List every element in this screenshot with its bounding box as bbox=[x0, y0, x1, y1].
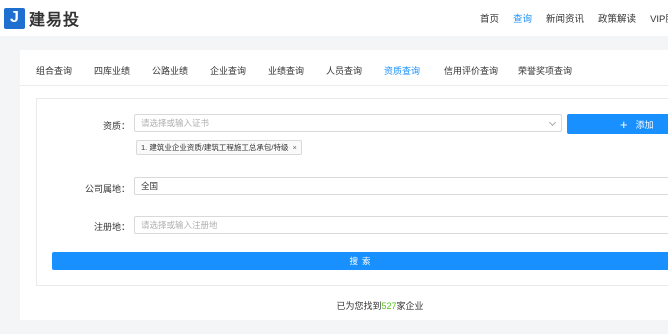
tab-credit[interactable]: 信用评价查询 bbox=[444, 64, 498, 77]
logo-text: 建易投 bbox=[29, 12, 81, 29]
plus-icon: + bbox=[620, 116, 628, 132]
registration-placeholder: 请选择或输入注册地 bbox=[141, 220, 218, 230]
logo-mark: J bbox=[4, 7, 25, 29]
main-nav: 首页 查询 新闻资讯 政策解读 VIP服务 bbox=[480, 11, 668, 25]
tab-honors[interactable]: 荣誉奖项查询 bbox=[518, 64, 572, 77]
result-summary: 已为您找到527家企业 bbox=[0, 299, 668, 312]
tab-personnel[interactable]: 人员查询 bbox=[326, 64, 362, 77]
qualification-placeholder: 请选择或输入证书 bbox=[141, 118, 210, 128]
logo[interactable]: J 建易投 bbox=[4, 6, 80, 30]
chevron-down-icon bbox=[548, 118, 557, 127]
nav-item-vip[interactable]: VIP服务 bbox=[650, 11, 668, 25]
qualification-select[interactable]: 请选择或输入证书 bbox=[134, 114, 562, 132]
tab-four-libraries[interactable]: 四库业绩 bbox=[94, 64, 130, 77]
nav-item-news[interactable]: 新闻资讯 bbox=[546, 11, 584, 25]
result-prefix: 已为您找到 bbox=[336, 301, 382, 311]
result-suffix: 家企业 bbox=[396, 301, 424, 311]
registration-select[interactable]: 请选择或输入注册地 bbox=[134, 216, 668, 234]
tab-performance[interactable]: 业绩查询 bbox=[268, 64, 304, 77]
tag-text: 1. 建筑业企业资质/建筑工程施工总承包/特级 bbox=[141, 143, 289, 152]
nav-item-query[interactable]: 查询 bbox=[513, 11, 532, 25]
selected-qualification-tag: 1. 建筑业企业资质/建筑工程施工总承包/特级 × bbox=[136, 140, 302, 155]
close-icon[interactable]: × bbox=[293, 143, 297, 152]
add-button[interactable]: + 添加 bbox=[567, 114, 668, 134]
nav-item-home[interactable]: 首页 bbox=[480, 11, 499, 25]
result-count: 527 bbox=[381, 301, 397, 311]
search-button[interactable]: 搜索 bbox=[52, 252, 668, 270]
location-value: 全国 bbox=[141, 181, 159, 191]
tab-qualification[interactable]: 资质查询 bbox=[384, 64, 420, 77]
tab-company[interactable]: 企业查询 bbox=[210, 64, 246, 77]
tab-highway[interactable]: 公路业绩 bbox=[152, 64, 188, 77]
nav-item-policy[interactable]: 政策解读 bbox=[598, 11, 636, 25]
tab-combined[interactable]: 组合查询 bbox=[36, 64, 72, 77]
top-bar: J 建易投 首页 查询 新闻资讯 政策解读 VIP服务 bbox=[0, 0, 668, 36]
location-label: 公司属地： bbox=[84, 184, 130, 194]
qualification-label: 资质： bbox=[102, 121, 130, 131]
location-select[interactable]: 全国 bbox=[134, 177, 668, 195]
registration-label: 注册地： bbox=[93, 222, 130, 232]
add-button-label: 添加 bbox=[635, 119, 654, 130]
query-tabs: 组合查询 四库业绩 公路业绩 企业查询 业绩查询 人员查询 资质查询 信用评价查… bbox=[20, 50, 668, 86]
